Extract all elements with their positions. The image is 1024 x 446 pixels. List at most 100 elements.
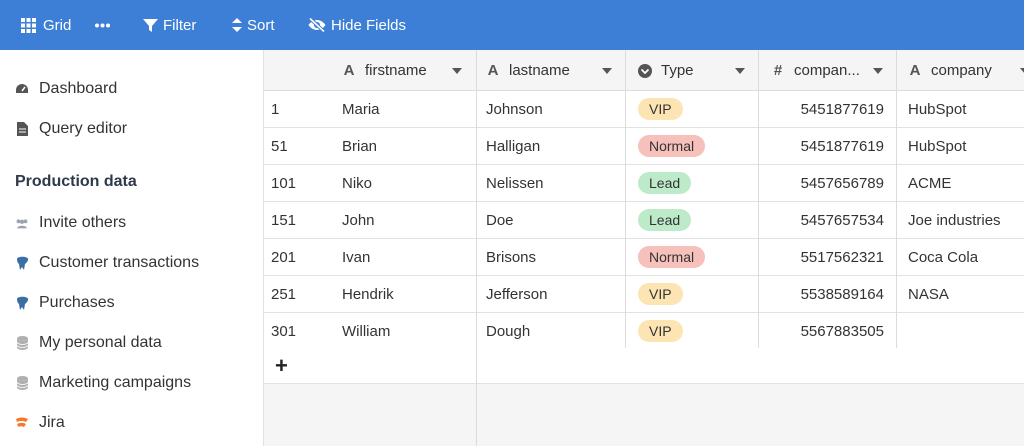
cell-id[interactable]: 251 [271, 276, 331, 312]
column-header-type[interactable]: Type [638, 50, 759, 91]
cell-lastname[interactable]: Dough [486, 313, 621, 349]
cell-value: Brian [342, 137, 378, 155]
sidebar-item-invite-others[interactable]: Invite others [15, 211, 126, 235]
cell-value: Doe [486, 211, 514, 229]
sidebar-item-purchases[interactable]: Purchases [15, 291, 115, 315]
cell-value: Ivan [342, 248, 371, 266]
type-badge: Normal [638, 135, 706, 157]
cell-lastname[interactable]: Brisons [486, 239, 621, 275]
cell-company[interactable]: ACME [908, 165, 1024, 201]
cell-phone[interactable]: 5451877619 [764, 91, 884, 127]
cell-id[interactable]: 101 [271, 165, 331, 201]
sort-label: Sort [247, 16, 275, 34]
cell-lastname[interactable]: Jefferson [486, 276, 621, 312]
filter-icon [143, 18, 158, 32]
table-row[interactable]: 101 Niko Nelissen Lead 5457656789 ACME [264, 165, 1024, 202]
cell-firstname[interactable]: Niko [342, 165, 472, 201]
cell-value: Coca Cola [908, 248, 979, 266]
number-type-icon: # [773, 62, 783, 79]
cell-firstname[interactable]: Ivan [342, 239, 472, 275]
cell-phone[interactable]: 5451877619 [764, 128, 884, 164]
column-header-lastname[interactable]: A lastname [486, 50, 626, 91]
filter-button[interactable]: Filter [143, 0, 196, 50]
cell-value: William [342, 322, 391, 340]
chevron-down-icon[interactable] [452, 68, 462, 74]
chevron-down-icon[interactable] [873, 68, 883, 74]
sidebar-item-label: Query editor [39, 120, 128, 137]
column-divider [625, 50, 626, 348]
cell-lastname[interactable]: Johnson [486, 91, 621, 127]
cell-id[interactable]: 51 [271, 128, 331, 164]
cell-type[interactable]: Normal [638, 128, 756, 164]
cell-type[interactable]: Lead [638, 165, 756, 201]
cell-firstname[interactable]: Brian [342, 128, 472, 164]
column-header-firstname[interactable]: A firstname [342, 50, 476, 91]
cell-id[interactable]: 151 [271, 202, 331, 238]
table-row[interactable]: 201 Ivan Brisons Normal 5517562321 Coca Cola [264, 239, 1024, 276]
table-row[interactable]: 151 John Doe Lead 5457657534 Joe industries [264, 202, 1024, 239]
grid-icon [21, 17, 36, 33]
sort-button[interactable]: Sort [232, 0, 275, 50]
people-icon [15, 216, 29, 230]
column-header-company-phone[interactable]: # compan... [771, 50, 897, 91]
chevron-down-icon[interactable] [1020, 68, 1024, 74]
cell-type[interactable]: VIP [638, 91, 756, 127]
cell-phone[interactable]: 5567883505 [764, 313, 884, 349]
cell-type[interactable]: Normal [638, 239, 756, 275]
cell-phone[interactable]: 5457656789 [764, 165, 884, 201]
database-icon [15, 336, 29, 350]
add-row-button[interactable]: + [264, 348, 476, 384]
table-row[interactable]: 1 Maria Johnson VIP 5451877619 HubSpot [264, 91, 1024, 128]
grid-view-button[interactable]: Grid [21, 0, 71, 50]
cell-value: 51 [271, 137, 288, 155]
cell-value: Joe industries [908, 211, 1001, 229]
more-options-button[interactable] [95, 0, 110, 50]
table-row[interactable]: 51 Brian Halligan Normal 5451877619 HubSpot [264, 128, 1024, 165]
cell-value: Halligan [486, 137, 541, 155]
cell-value: Brisons [486, 248, 537, 266]
cell-company[interactable]: NASA [908, 276, 1024, 312]
cell-company[interactable]: HubSpot [908, 91, 1024, 127]
cell-company[interactable] [908, 313, 1024, 349]
type-badge: Lead [638, 209, 692, 231]
cell-firstname[interactable]: Hendrik [342, 276, 472, 312]
sidebar-item-customer-transactions[interactable]: Customer transactions [15, 251, 199, 275]
table-row[interactable]: 251 Hendrik Jefferson VIP 5538589164 NASA [264, 276, 1024, 313]
cell-firstname[interactable]: Maria [342, 91, 472, 127]
cell-type[interactable]: VIP [638, 276, 756, 312]
cell-firstname[interactable]: John [342, 202, 472, 238]
column-header-company[interactable]: A company [908, 50, 1024, 91]
cell-phone[interactable]: 5517562321 [764, 239, 884, 275]
more-dots-icon [95, 23, 110, 27]
cell-lastname[interactable]: Doe [486, 202, 621, 238]
sidebar-item-jira[interactable]: Jira [15, 411, 65, 435]
sidebar: Dashboard Query editor Production data I… [0, 50, 264, 446]
cell-phone[interactable]: 5457657534 [764, 202, 884, 238]
sidebar-item-dashboard[interactable]: Dashboard [15, 77, 117, 101]
cell-phone[interactable]: 5538589164 [764, 276, 884, 312]
cell-id[interactable]: 201 [271, 239, 331, 275]
sidebar-item-query-editor[interactable]: Query editor [15, 117, 127, 141]
cell-company[interactable]: Joe industries [908, 202, 1024, 238]
cell-id[interactable]: 1 [271, 91, 331, 127]
table-row[interactable]: 301 William Dough VIP 5567883505 [264, 313, 1024, 350]
data-grid: A firstname A lastname Type # compan... … [264, 50, 1024, 446]
eye-slash-icon [308, 18, 326, 32]
hide-fields-button[interactable]: Hide Fields [308, 0, 406, 50]
sidebar-item-marketing-campaigns[interactable]: Marketing campaigns [15, 371, 191, 395]
filter-label: Filter [163, 16, 197, 34]
cell-lastname[interactable]: Nelissen [486, 165, 621, 201]
chevron-down-icon[interactable] [602, 68, 612, 74]
cell-lastname[interactable]: Halligan [486, 128, 621, 164]
cell-id[interactable]: 301 [271, 313, 331, 349]
type-badge: VIP [638, 283, 683, 305]
chevron-down-icon[interactable] [735, 68, 745, 74]
cell-company[interactable]: HubSpot [908, 128, 1024, 164]
column-divider [896, 50, 897, 348]
cell-type[interactable]: VIP [638, 313, 756, 349]
cell-firstname[interactable]: William [342, 313, 472, 349]
cell-type[interactable]: Lead [638, 202, 756, 238]
cell-company[interactable]: Coca Cola [908, 239, 1024, 275]
database-icon [15, 376, 29, 390]
sidebar-item-my-personal-data[interactable]: My personal data [15, 331, 162, 355]
